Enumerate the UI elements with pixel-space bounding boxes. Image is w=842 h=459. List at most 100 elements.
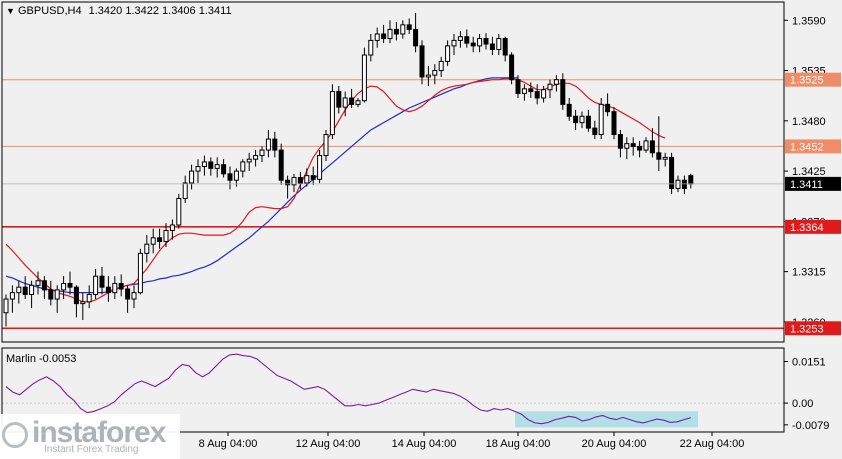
candle-body xyxy=(406,24,412,30)
candle-body xyxy=(605,103,611,113)
candle-body xyxy=(112,283,118,294)
chart-header: ▼ GBPUSD,H4 1.3420 1.3422 1.3406 1.3411 xyxy=(6,5,232,17)
ohlc-label: 1.3420 1.3422 1.3406 1.3411 xyxy=(88,5,232,17)
candle-body xyxy=(259,149,265,157)
candle-body xyxy=(221,164,227,175)
candle-body xyxy=(93,275,99,295)
candle-body xyxy=(150,237,156,245)
candle-body xyxy=(169,224,175,231)
candle-body xyxy=(553,79,559,85)
candle-body xyxy=(233,170,239,181)
candle-body xyxy=(157,237,163,242)
candle-body xyxy=(598,103,604,136)
chart-area[interactable]: 1.35901.35351.34801.34251.33701.33151.32… xyxy=(0,0,842,459)
candle-body xyxy=(54,289,60,300)
candle-body xyxy=(265,138,271,151)
candle-body xyxy=(195,166,201,172)
indicator-value: -0.0053 xyxy=(39,353,77,365)
marlin-axis-label: -0.0079 xyxy=(792,420,829,432)
candle-body xyxy=(131,292,137,300)
candle-body xyxy=(579,115,585,124)
candle-body xyxy=(624,143,630,149)
candle-body xyxy=(253,155,259,160)
candle-body xyxy=(637,145,643,151)
time-axis-label: 20 Aug 04:00 xyxy=(582,438,647,450)
time-axis-label: 14 Aug 04:00 xyxy=(392,438,457,450)
candle-body xyxy=(272,138,278,151)
price-axis-label: 1.3425 xyxy=(792,166,826,178)
candle-body xyxy=(208,161,214,169)
candle-body xyxy=(355,100,361,105)
candle-body xyxy=(387,28,393,40)
candle-body xyxy=(297,176,303,184)
candle-body xyxy=(611,111,617,136)
time-axis-label: 8 Aug 04:00 xyxy=(199,438,258,450)
candle-body xyxy=(304,175,310,184)
candle-body xyxy=(41,280,47,291)
candle-body xyxy=(521,88,527,94)
symbol-label: GBPUSD,H4 xyxy=(17,5,82,17)
candle-body xyxy=(643,140,649,151)
candle-body xyxy=(16,286,22,294)
candle-body xyxy=(163,229,169,242)
candle-body xyxy=(496,38,502,51)
price-axis-label: 1.3590 xyxy=(792,15,826,27)
marlin-axis-label: 0.0151 xyxy=(792,356,826,368)
candle-body xyxy=(214,164,220,169)
candle-body xyxy=(688,175,694,185)
candle-body xyxy=(29,284,35,295)
marlin-axis-label: 0.00 xyxy=(792,398,813,410)
candle-body xyxy=(515,79,521,94)
candle-body xyxy=(464,36,470,44)
candle-body xyxy=(329,91,335,136)
candle-body xyxy=(419,45,425,78)
candle-body xyxy=(201,161,207,168)
candle-body xyxy=(310,175,316,180)
instaforex-logo-icon xyxy=(2,422,28,448)
candle-body xyxy=(67,283,73,288)
candle-body xyxy=(400,24,406,35)
candle-body xyxy=(361,54,367,102)
candle-body xyxy=(3,298,9,314)
candle-body xyxy=(432,70,438,76)
candle-body xyxy=(137,252,143,294)
level-tag-text: 1.3525 xyxy=(790,75,824,87)
candle-body xyxy=(336,91,342,108)
candle-body xyxy=(105,286,111,294)
candle-body xyxy=(35,280,41,286)
candle-body xyxy=(425,74,431,78)
candle-body xyxy=(342,97,348,108)
price-axis-label: 1.3480 xyxy=(792,116,826,128)
time-axis-label: 12 Aug 04:00 xyxy=(296,438,361,450)
candle-body xyxy=(560,79,566,105)
candle-body xyxy=(573,115,579,124)
candle-body xyxy=(477,38,483,47)
dropdown-triangle-icon[interactable]: ▼ xyxy=(6,6,15,16)
candle-body xyxy=(368,39,374,56)
candle-body xyxy=(541,89,547,99)
candle-body xyxy=(393,28,399,35)
marlin-highlight-box xyxy=(515,411,698,428)
candle-body xyxy=(73,286,79,305)
price-axis-label: 1.3315 xyxy=(792,267,826,279)
candle-body xyxy=(227,173,233,181)
candle-body xyxy=(176,198,182,226)
candle-body xyxy=(317,155,323,180)
candle-body xyxy=(22,286,28,295)
candle-body xyxy=(144,243,150,254)
candle-body xyxy=(125,288,131,300)
candle-body xyxy=(323,134,329,157)
candle-body xyxy=(502,38,508,56)
candle-body xyxy=(681,179,687,189)
candle-body xyxy=(617,134,623,149)
time-axis-label: 22 Aug 04:00 xyxy=(680,438,745,450)
level-tag-text: 1.3364 xyxy=(790,222,824,234)
candle-body xyxy=(489,43,495,51)
candle-body xyxy=(470,42,476,47)
candle-body xyxy=(9,292,15,300)
watermark: instaforex Instant Forex Trading xyxy=(0,414,180,459)
candle-body xyxy=(48,289,54,300)
current-price-text: 1.3411 xyxy=(790,179,823,191)
candle-body xyxy=(662,156,668,160)
candle-body xyxy=(80,301,86,305)
